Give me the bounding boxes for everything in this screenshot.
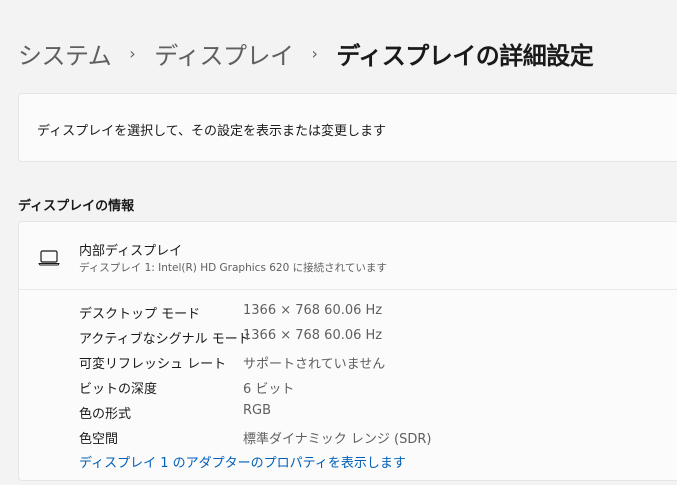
breadcrumb: システム › ディスプレイ › ディスプレイの詳細設定	[18, 36, 594, 71]
breadcrumb-item-display[interactable]: ディスプレイ	[154, 36, 294, 71]
property-value: 6 ビット	[243, 382, 295, 397]
adapter-properties-link[interactable]: ディスプレイ 1 のアダプターのプロパティを表示します	[79, 452, 406, 471]
property-value: RGB	[243, 403, 272, 418]
select-display-text: ディスプレイを選択して、その設定を表示または変更します	[37, 124, 387, 139]
display-connection-subtitle: ディスプレイ 1: Intel(R) HD Graphics 620 に接続され…	[79, 262, 387, 274]
property-label: アクティブなシグナル モード	[79, 332, 251, 347]
property-label: 色の形式	[79, 407, 132, 422]
laptop-icon	[38, 250, 60, 266]
display-name: 内部ディスプレイ	[79, 244, 183, 259]
property-label: 色空間	[79, 432, 119, 447]
section-title-display-info: ディスプレイの情報	[18, 199, 135, 214]
property-value: 1366 × 768 60.06 Hz	[243, 328, 383, 343]
breadcrumb-separator-icon: ›	[311, 44, 318, 63]
breadcrumb-separator-icon: ›	[129, 44, 136, 63]
display-info-header: 内部ディスプレイ ディスプレイ 1: Intel(R) HD Graphics …	[19, 222, 677, 290]
property-row: アクティブなシグナル モード 1366 × 768 60.06 Hz	[19, 324, 677, 349]
property-value: サポートされていません	[243, 357, 386, 372]
property-row: 色空間 標準ダイナミック レンジ (SDR)	[19, 424, 677, 449]
property-row: 色の形式 RGB	[19, 399, 677, 424]
breadcrumb-item-system[interactable]: システム	[18, 36, 112, 71]
display-properties-list: デスクトップ モード 1366 × 768 60.06 Hz アクティブなシグナ…	[19, 299, 677, 449]
page-title: ディスプレイの詳細設定	[336, 42, 594, 70]
property-row: ビットの深度 6 ビット	[19, 374, 677, 399]
select-display-card[interactable]: ディスプレイを選択して、その設定を表示または変更します	[18, 93, 677, 162]
property-row: 可変リフレッシュ レート サポートされていません	[19, 349, 677, 374]
property-label: 可変リフレッシュ レート	[79, 357, 227, 372]
property-value: 標準ダイナミック レンジ (SDR)	[243, 432, 432, 447]
property-value: 1366 × 768 60.06 Hz	[243, 303, 383, 318]
property-label: デスクトップ モード	[79, 307, 201, 322]
property-label: ビットの深度	[79, 382, 158, 397]
property-row: デスクトップ モード 1366 × 768 60.06 Hz	[19, 299, 677, 324]
display-info-card: 内部ディスプレイ ディスプレイ 1: Intel(R) HD Graphics …	[18, 221, 677, 481]
